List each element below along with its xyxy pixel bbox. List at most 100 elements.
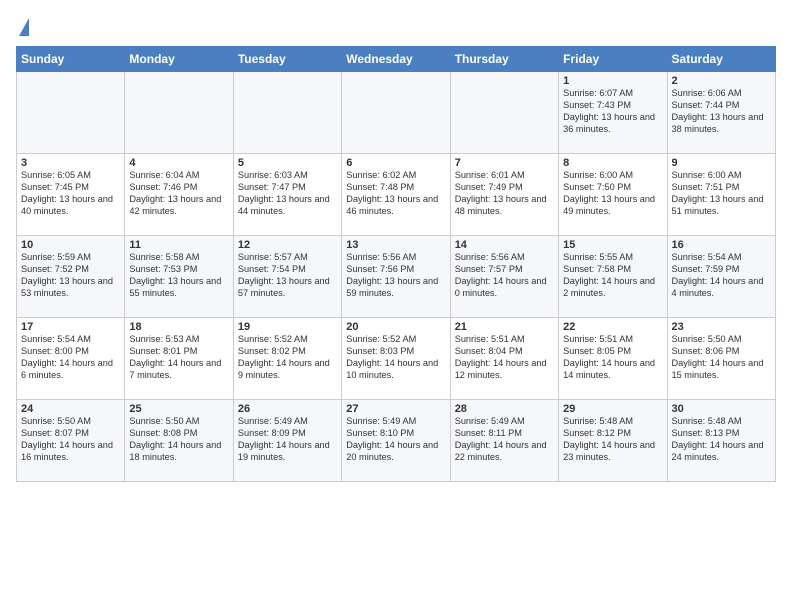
day-info-line: Daylight: 13 hours and 42 minutes. bbox=[129, 194, 228, 218]
day-number: 9 bbox=[672, 157, 771, 169]
day-number: 19 bbox=[238, 321, 337, 333]
day-info-line: Sunset: 8:10 PM bbox=[346, 428, 445, 440]
day-info-line: Sunrise: 5:50 AM bbox=[21, 416, 120, 428]
day-number: 16 bbox=[672, 239, 771, 251]
day-info-line: Sunset: 7:59 PM bbox=[672, 264, 771, 276]
day-number: 25 bbox=[129, 403, 228, 415]
calendar-week-row: 17Sunrise: 5:54 AMSunset: 8:00 PMDayligh… bbox=[17, 318, 776, 400]
calendar-cell bbox=[233, 72, 341, 154]
day-number: 15 bbox=[563, 239, 662, 251]
day-number: 17 bbox=[21, 321, 120, 333]
day-info-line: Daylight: 14 hours and 24 minutes. bbox=[672, 440, 771, 464]
day-info-line: Sunrise: 5:49 AM bbox=[238, 416, 337, 428]
calendar-cell: 7Sunrise: 6:01 AMSunset: 7:49 PMDaylight… bbox=[450, 154, 558, 236]
day-info-line: Daylight: 13 hours and 36 minutes. bbox=[563, 112, 662, 136]
calendar-cell: 8Sunrise: 6:00 AMSunset: 7:50 PMDaylight… bbox=[559, 154, 667, 236]
day-info-line: Sunrise: 5:49 AM bbox=[346, 416, 445, 428]
day-info-line: Sunset: 8:08 PM bbox=[129, 428, 228, 440]
day-number: 2 bbox=[672, 75, 771, 87]
day-info-line: Sunrise: 5:51 AM bbox=[455, 334, 554, 346]
day-number: 18 bbox=[129, 321, 228, 333]
day-info-line: Sunset: 7:58 PM bbox=[563, 264, 662, 276]
col-header-thursday: Thursday bbox=[450, 47, 558, 72]
day-info-line: Sunset: 8:09 PM bbox=[238, 428, 337, 440]
day-info-line: Sunrise: 5:48 AM bbox=[672, 416, 771, 428]
calendar-cell: 30Sunrise: 5:48 AMSunset: 8:13 PMDayligh… bbox=[667, 400, 775, 482]
day-number: 5 bbox=[238, 157, 337, 169]
day-info-line: Daylight: 14 hours and 7 minutes. bbox=[129, 358, 228, 382]
col-header-wednesday: Wednesday bbox=[342, 47, 450, 72]
day-number: 22 bbox=[563, 321, 662, 333]
day-info-line: Sunset: 7:54 PM bbox=[238, 264, 337, 276]
day-number: 3 bbox=[21, 157, 120, 169]
day-number: 12 bbox=[238, 239, 337, 251]
calendar-cell: 10Sunrise: 5:59 AMSunset: 7:52 PMDayligh… bbox=[17, 236, 125, 318]
calendar-week-row: 3Sunrise: 6:05 AMSunset: 7:45 PMDaylight… bbox=[17, 154, 776, 236]
day-info-line: Sunrise: 6:00 AM bbox=[563, 170, 662, 182]
calendar-week-row: 24Sunrise: 5:50 AMSunset: 8:07 PMDayligh… bbox=[17, 400, 776, 482]
day-info-line: Sunrise: 5:51 AM bbox=[563, 334, 662, 346]
col-header-tuesday: Tuesday bbox=[233, 47, 341, 72]
day-info-line: Sunset: 8:11 PM bbox=[455, 428, 554, 440]
day-info-line: Sunrise: 5:52 AM bbox=[238, 334, 337, 346]
calendar-cell: 17Sunrise: 5:54 AMSunset: 8:00 PMDayligh… bbox=[17, 318, 125, 400]
calendar-cell: 14Sunrise: 5:56 AMSunset: 7:57 PMDayligh… bbox=[450, 236, 558, 318]
calendar-cell: 21Sunrise: 5:51 AMSunset: 8:04 PMDayligh… bbox=[450, 318, 558, 400]
calendar-cell bbox=[342, 72, 450, 154]
day-number: 27 bbox=[346, 403, 445, 415]
day-info-line: Sunset: 8:02 PM bbox=[238, 346, 337, 358]
calendar-week-row: 1Sunrise: 6:07 AMSunset: 7:43 PMDaylight… bbox=[17, 72, 776, 154]
calendar-cell: 5Sunrise: 6:03 AMSunset: 7:47 PMDaylight… bbox=[233, 154, 341, 236]
day-number: 28 bbox=[455, 403, 554, 415]
day-info-line: Daylight: 14 hours and 0 minutes. bbox=[455, 276, 554, 300]
day-info-line: Sunset: 7:47 PM bbox=[238, 182, 337, 194]
calendar-cell bbox=[17, 72, 125, 154]
day-info-line: Sunrise: 5:54 AM bbox=[21, 334, 120, 346]
calendar-cell bbox=[450, 72, 558, 154]
day-info-line: Sunset: 8:01 PM bbox=[129, 346, 228, 358]
calendar-table: SundayMondayTuesdayWednesdayThursdayFrid… bbox=[16, 46, 776, 482]
day-info-line: Daylight: 14 hours and 23 minutes. bbox=[563, 440, 662, 464]
calendar-cell: 19Sunrise: 5:52 AMSunset: 8:02 PMDayligh… bbox=[233, 318, 341, 400]
day-info-line: Daylight: 14 hours and 18 minutes. bbox=[129, 440, 228, 464]
calendar-cell: 6Sunrise: 6:02 AMSunset: 7:48 PMDaylight… bbox=[342, 154, 450, 236]
calendar-cell: 16Sunrise: 5:54 AMSunset: 7:59 PMDayligh… bbox=[667, 236, 775, 318]
day-number: 30 bbox=[672, 403, 771, 415]
calendar-cell: 15Sunrise: 5:55 AMSunset: 7:58 PMDayligh… bbox=[559, 236, 667, 318]
calendar-cell: 22Sunrise: 5:51 AMSunset: 8:05 PMDayligh… bbox=[559, 318, 667, 400]
col-header-monday: Monday bbox=[125, 47, 233, 72]
page: SundayMondayTuesdayWednesdayThursdayFrid… bbox=[0, 0, 792, 612]
day-info-line: Sunrise: 5:57 AM bbox=[238, 252, 337, 264]
day-info-line: Sunrise: 5:52 AM bbox=[346, 334, 445, 346]
day-info-line: Sunrise: 5:54 AM bbox=[672, 252, 771, 264]
day-info-line: Daylight: 14 hours and 4 minutes. bbox=[672, 276, 771, 300]
col-header-friday: Friday bbox=[559, 47, 667, 72]
day-info-line: Sunset: 8:07 PM bbox=[21, 428, 120, 440]
day-info-line: Sunset: 8:04 PM bbox=[455, 346, 554, 358]
calendar-cell: 3Sunrise: 6:05 AMSunset: 7:45 PMDaylight… bbox=[17, 154, 125, 236]
calendar-cell: 18Sunrise: 5:53 AMSunset: 8:01 PMDayligh… bbox=[125, 318, 233, 400]
day-number: 20 bbox=[346, 321, 445, 333]
day-info-line: Sunset: 7:48 PM bbox=[346, 182, 445, 194]
day-info-line: Daylight: 14 hours and 2 minutes. bbox=[563, 276, 662, 300]
day-info-line: Sunset: 7:53 PM bbox=[129, 264, 228, 276]
day-info-line: Sunset: 7:43 PM bbox=[563, 100, 662, 112]
day-info-line: Daylight: 13 hours and 57 minutes. bbox=[238, 276, 337, 300]
day-info-line: Sunrise: 5:53 AM bbox=[129, 334, 228, 346]
day-info-line: Sunrise: 5:50 AM bbox=[672, 334, 771, 346]
day-info-line: Sunrise: 6:05 AM bbox=[21, 170, 120, 182]
day-info-line: Daylight: 14 hours and 16 minutes. bbox=[21, 440, 120, 464]
day-info-line: Sunset: 7:44 PM bbox=[672, 100, 771, 112]
day-number: 11 bbox=[129, 239, 228, 251]
day-info-line: Daylight: 14 hours and 22 minutes. bbox=[455, 440, 554, 464]
day-info-line: Daylight: 13 hours and 38 minutes. bbox=[672, 112, 771, 136]
day-number: 21 bbox=[455, 321, 554, 333]
day-info-line: Daylight: 14 hours and 10 minutes. bbox=[346, 358, 445, 382]
day-number: 23 bbox=[672, 321, 771, 333]
day-number: 14 bbox=[455, 239, 554, 251]
day-number: 10 bbox=[21, 239, 120, 251]
calendar-cell: 13Sunrise: 5:56 AMSunset: 7:56 PMDayligh… bbox=[342, 236, 450, 318]
day-number: 1 bbox=[563, 75, 662, 87]
day-info-line: Sunrise: 5:50 AM bbox=[129, 416, 228, 428]
calendar-week-row: 10Sunrise: 5:59 AMSunset: 7:52 PMDayligh… bbox=[17, 236, 776, 318]
